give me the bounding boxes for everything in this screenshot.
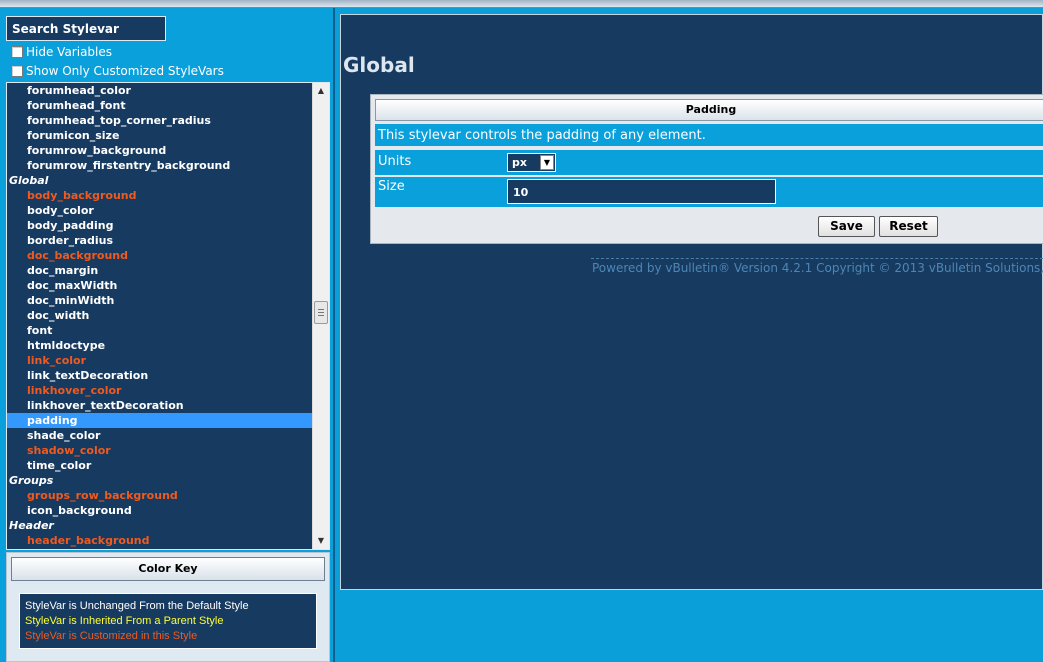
hide-variables-label: Hide Variables (26, 45, 113, 59)
chevron-down-icon[interactable]: ▼ (540, 155, 554, 170)
page-title: Global (343, 53, 415, 77)
color-key-line: StyleVar is Customized in this Style (25, 630, 198, 642)
stylevar-item[interactable]: forumhead_font (7, 98, 313, 113)
stylevar-item[interactable]: doc_background (7, 248, 313, 263)
color-key-legend: StyleVar is Unchanged From the Default S… (19, 593, 317, 649)
size-row: Size 10 (375, 177, 1043, 207)
reset-button[interactable]: Reset (879, 216, 938, 237)
scroll-down-icon[interactable]: ▼ (313, 533, 329, 549)
stylevar-item[interactable]: body_padding (7, 218, 313, 233)
stylevar-item[interactable]: forumrow_background (7, 143, 313, 158)
hide-variables-option[interactable]: Hide Variables (11, 44, 112, 60)
stylevar-item[interactable]: time_color (7, 458, 313, 473)
stylevar-item[interactable]: link_textDecoration (7, 368, 313, 383)
stylevar-item[interactable]: header_background (7, 533, 313, 548)
size-input[interactable]: 10 (507, 179, 776, 204)
stylevar-item[interactable]: linkhover_textDecoration (7, 398, 313, 413)
stylevar-list[interactable]: forumhead_color forumhead_font forumhead_t… (6, 82, 330, 550)
units-label: Units (378, 154, 412, 169)
panel-description: This stylevar controls the padding of an… (375, 124, 1043, 146)
stylevar-item[interactable]: font (7, 323, 313, 338)
stylevar-item[interactable]: forumhead_top_corner_radius (7, 113, 313, 128)
units-value: px (512, 156, 527, 169)
stylevar-edit-panel: Padding This stylevar controls the paddi… (370, 94, 1043, 244)
stylevar-item[interactable]: padding (7, 413, 313, 428)
main-content: Global Padding This stylevar controls th… (340, 14, 1043, 590)
units-select[interactable]: px ▼ (507, 153, 556, 172)
show-customized-label: Show Only Customized StyleVars (26, 64, 224, 78)
stylevar-item[interactable]: shade_color (7, 428, 313, 443)
stylevar-item[interactable]: forumrow_firstentry_background (7, 158, 313, 173)
show-customized-option[interactable]: Show Only Customized StyleVars (11, 63, 224, 79)
color-key-line: StyleVar is Unchanged From the Default S… (25, 600, 249, 612)
scroll-thumb[interactable] (314, 301, 328, 324)
window-top-bar (0, 0, 1043, 8)
stylevar-item[interactable]: forumicon_size (7, 128, 313, 143)
stylevar-item[interactable]: shadow_color (7, 443, 313, 458)
stylevar-group-header: Global (9, 174, 49, 187)
show-customized-checkbox[interactable] (11, 65, 23, 77)
color-key-line: StyleVar is Inherited From a Parent Styl… (25, 615, 224, 627)
panel-title: Padding (375, 99, 1043, 121)
stylevar-item[interactable]: icon_background (7, 503, 313, 518)
stylevar-item[interactable]: body_background (7, 188, 313, 203)
stylevar-item[interactable]: doc_maxWidth (7, 278, 313, 293)
units-row: Units px ▼ (375, 150, 1043, 175)
color-key-title: Color Key (11, 557, 325, 581)
scroll-up-icon[interactable]: ▲ (313, 83, 329, 99)
footer-copyright[interactable]: Powered by vBulletin® Version 4.2.1 Copy… (592, 261, 1043, 275)
save-button[interactable]: Save (818, 216, 875, 237)
stylevar-group-header: Header (9, 519, 54, 532)
search-stylevar-input[interactable]: Search Stylevar (6, 16, 166, 41)
stylevar-item[interactable]: doc_minWidth (7, 293, 313, 308)
stylevar-item[interactable]: doc_margin (7, 263, 313, 278)
sidebar: Search Stylevar Hide Variables Show Only… (0, 8, 335, 662)
stylevar-item[interactable]: linkhover_color (7, 383, 313, 398)
stylevar-item[interactable]: htmldoctype (7, 338, 313, 353)
stylevar-group-header: Groups (9, 474, 54, 487)
list-scrollbar[interactable]: ▲ ▼ (312, 83, 329, 549)
stylevar-list-items: forumhead_color forumhead_font forumhead_t… (7, 83, 313, 548)
hide-variables-checkbox[interactable] (11, 46, 23, 58)
stylevar-item[interactable]: body_color (7, 203, 313, 218)
stylevar-item[interactable]: doc_width (7, 308, 313, 323)
footer-divider (591, 258, 1043, 259)
color-key-panel: Color Key StyleVar is Unchanged From the… (6, 552, 330, 662)
stylevar-item[interactable]: forumhead_color (7, 83, 313, 98)
stylevar-item[interactable]: border_radius (7, 233, 313, 248)
stylevar-item[interactable]: groups_row_background (7, 488, 313, 503)
stylevar-item[interactable]: link_color (7, 353, 313, 368)
size-label: Size (378, 179, 405, 194)
